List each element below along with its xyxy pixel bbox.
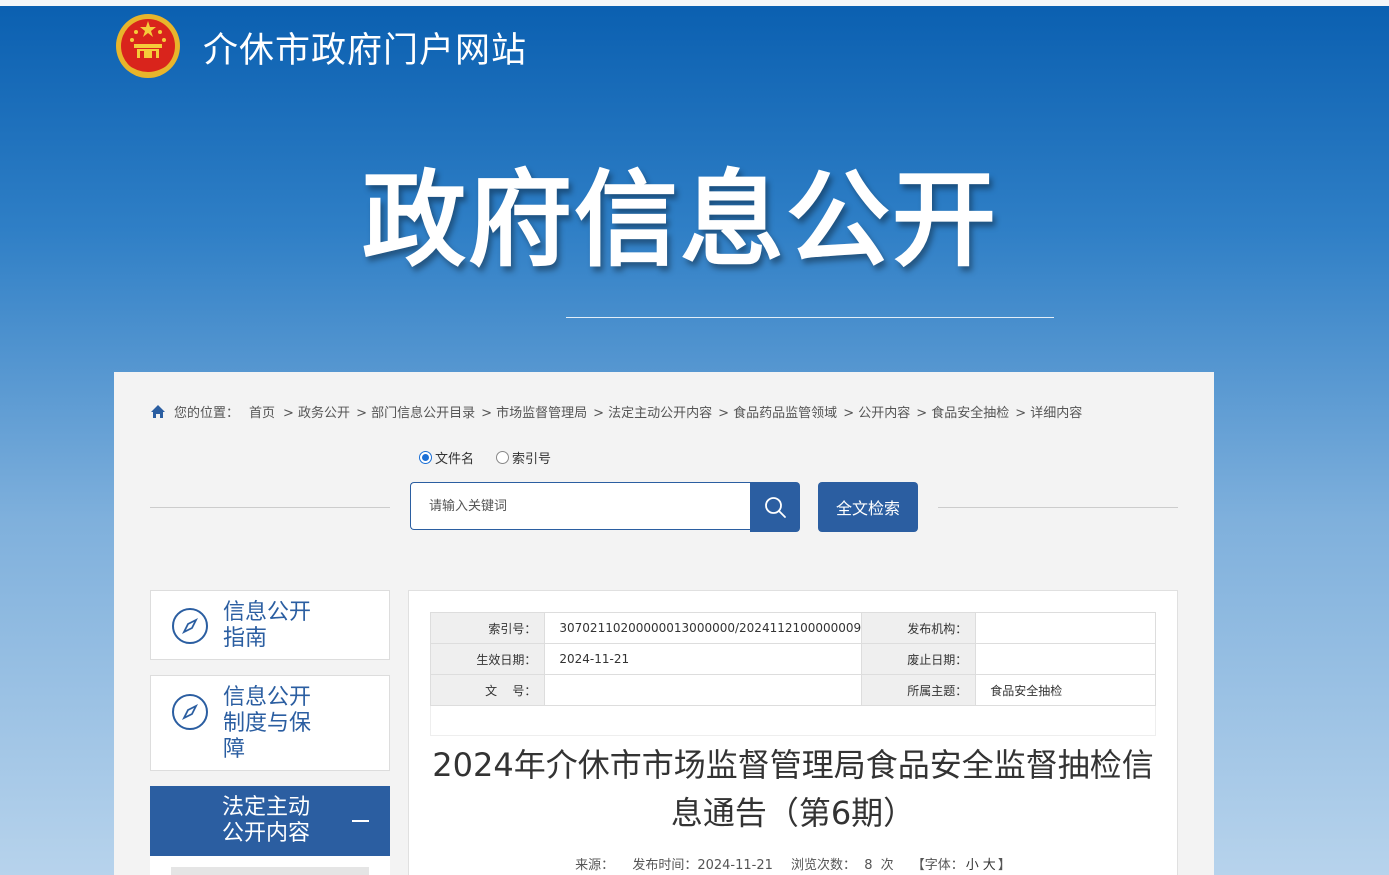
meta-value: [975, 612, 1156, 644]
site-title[interactable]: 介休市政府门户网站: [203, 22, 527, 73]
meta-key: 索引号：: [429, 612, 546, 644]
compass-icon: [172, 694, 208, 730]
sidebar-item-guide[interactable]: 信息公开指南: [150, 590, 390, 660]
breadcrumb-item[interactable]: > 市场监督管理局: [481, 402, 587, 421]
table-row: 文 号： 所属主题： 食品安全抽检: [429, 674, 1156, 706]
search-divider-left: [150, 507, 390, 508]
meta-table-footer: [430, 706, 1156, 736]
document-info: 来源： 发布时间：2024-11-21 浏览次数： 8 次 【字体：小大】: [430, 854, 1156, 873]
views-count: 8: [864, 858, 873, 873]
fulltext-search-button[interactable]: 全文检索: [818, 482, 918, 532]
sidebar-subitem: [150, 856, 390, 875]
meta-key: 文 号：: [429, 674, 546, 706]
breadcrumb-item[interactable]: > 政务公开: [283, 402, 350, 421]
document-meta-table: 索引号： 30702110200000013000000/20241121000…: [429, 612, 1156, 706]
sidebar-subitem-bar[interactable]: [171, 867, 369, 875]
breadcrumb-item[interactable]: > 部门信息公开目录: [356, 402, 475, 421]
search-divider-right: [938, 507, 1178, 508]
radio-checked-icon[interactable]: [419, 451, 432, 464]
meta-key: 废止日期：: [861, 643, 977, 675]
document-title: 2024年介休市市场监督管理局食品安全监督抽检信息通告（第6期）: [432, 746, 1154, 832]
sidebar-item-label: 信息公开指南: [223, 600, 312, 651]
banner-title: 政府信息公开: [362, 159, 999, 281]
sidebar-item-system[interactable]: 信息公开制度与保障: [150, 675, 390, 771]
national-emblem-icon: [116, 14, 180, 78]
sidebar-item-mandatory[interactable]: 法定主动公开内容: [150, 786, 390, 856]
meta-value: [975, 643, 1156, 675]
table-row: 生效日期： 2024-11-21 废止日期：: [429, 643, 1156, 675]
search-type-radios: 文件名 索引号: [419, 448, 573, 467]
search-input[interactable]: [410, 482, 750, 530]
source-label: 来源：: [575, 858, 615, 873]
sidebar-item-label: 信息公开制度与保障: [223, 685, 312, 762]
meta-value: 食品安全抽检: [975, 674, 1156, 706]
meta-value: 2024-11-21: [544, 643, 863, 675]
breadcrumb-item[interactable]: 首页: [249, 402, 275, 421]
breadcrumb: 您的位置： 首页 > 政务公开 > 部门信息公开目录 > 市场监督管理局 > 法…: [150, 402, 1088, 421]
search-button[interactable]: [750, 482, 800, 532]
breadcrumb-item[interactable]: > 食品药品监管领域: [718, 402, 837, 421]
sidebar-item-label: 法定主动公开内容: [222, 795, 311, 846]
radio-unchecked-icon[interactable]: [496, 451, 510, 464]
font-small-button[interactable]: 小: [966, 858, 979, 873]
breadcrumb-item[interactable]: > 食品安全抽检: [916, 402, 1009, 421]
font-large-button[interactable]: 大: [983, 858, 996, 873]
meta-key: 生效日期：: [429, 643, 546, 675]
font-size-control: 【字体：小大】: [911, 858, 1011, 873]
search-icon: [765, 497, 786, 518]
home-icon: [150, 404, 166, 419]
breadcrumb-item[interactable]: > 详细内容: [1015, 402, 1082, 421]
top-border: [0, 0, 1389, 6]
banner-divider: [566, 317, 1054, 318]
meta-value: [544, 674, 863, 706]
radio-filename[interactable]: 文件名: [419, 448, 474, 467]
views-label: 浏览次数： 8 次: [791, 858, 894, 873]
table-row: 索引号： 30702110200000013000000/20241121000…: [429, 612, 1156, 644]
breadcrumb-item[interactable]: > 公开内容: [843, 402, 910, 421]
radio-index[interactable]: 索引号: [496, 448, 551, 467]
compass-icon: [172, 608, 208, 644]
meta-key: 所属主题：: [861, 674, 977, 706]
meta-key: 发布机构：: [861, 612, 977, 644]
collapse-icon[interactable]: [352, 820, 369, 822]
meta-value: 30702110200000013000000/2024112100000009: [544, 612, 863, 644]
breadcrumb-prefix: 您的位置：: [174, 406, 240, 421]
breadcrumb-item[interactable]: > 法定主动公开内容: [593, 402, 712, 421]
publish-time: 发布时间：2024-11-21: [632, 858, 773, 873]
